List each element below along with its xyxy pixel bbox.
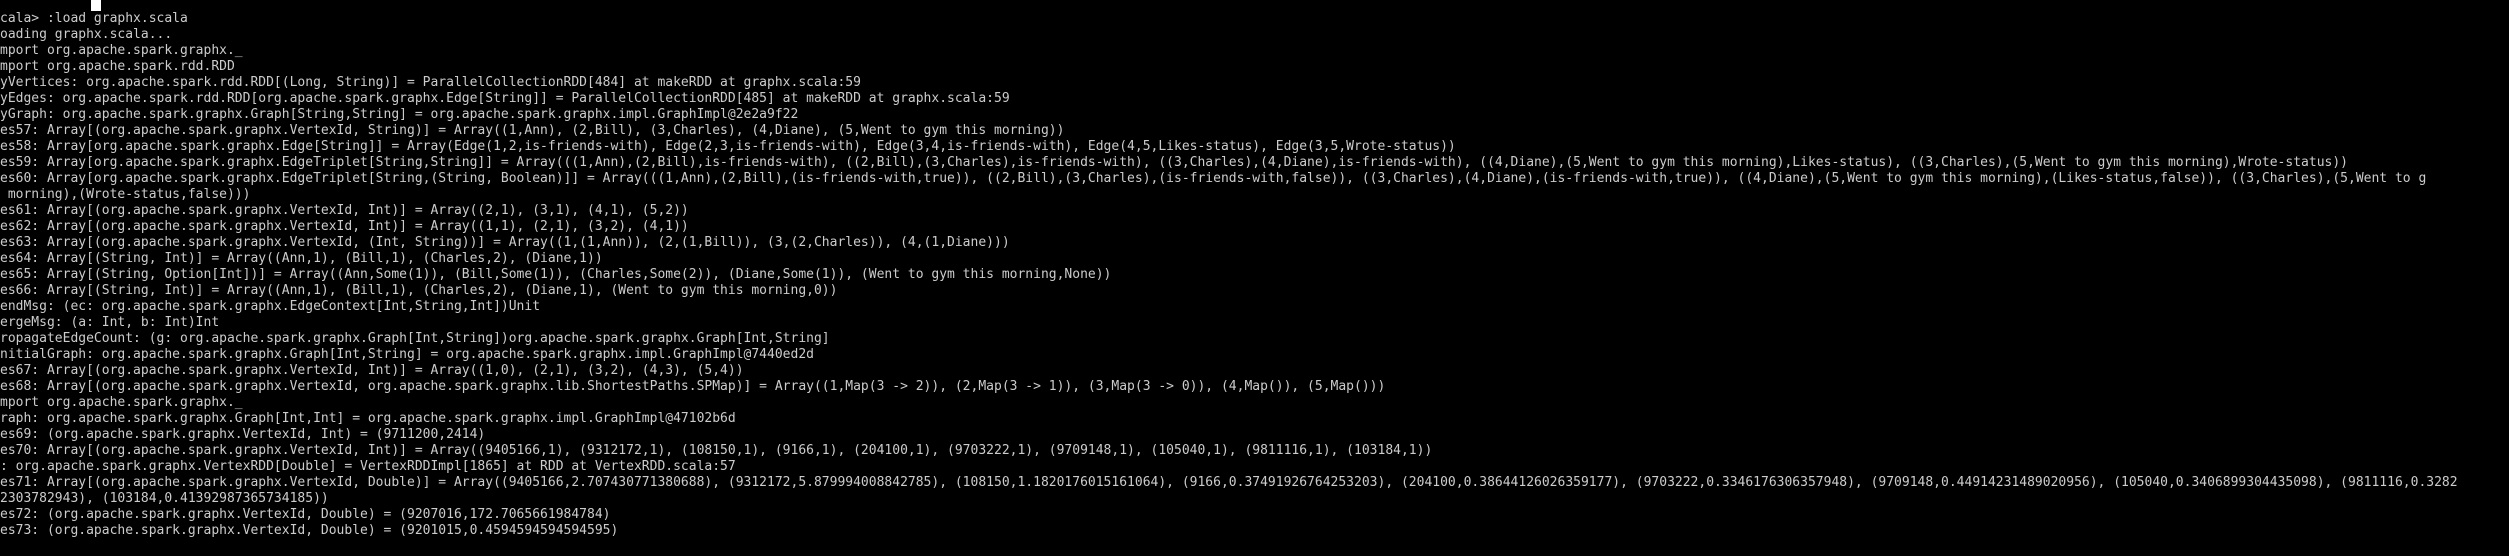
- terminal-line: es67: Array[(org.apache.spark.graphx.Ver…: [0, 363, 744, 378]
- text-cursor: [91, 0, 101, 11]
- terminal-line: : org.apache.spark.graphx.VertexRDD[Doub…: [0, 459, 736, 474]
- terminal-line: es69: (org.apache.spark.graphx.VertexId,…: [0, 427, 486, 442]
- terminal-line: endMsg: (ec: org.apache.spark.graphx.Edg…: [0, 299, 541, 314]
- terminal-line: morning),(Wrote-status,false))): [0, 187, 251, 202]
- terminal-window[interactable]: cala> :load graphx.scala oading graphx.s…: [0, 0, 2509, 556]
- terminal-line: oading graphx.scala...: [0, 27, 173, 42]
- terminal-line: mport org.apache.spark.graphx._: [0, 395, 243, 410]
- terminal-line: es70: Array[(org.apache.spark.graphx.Ver…: [0, 443, 1433, 458]
- terminal-line: 2303782943), (103184,0.41392987365734185…: [0, 491, 329, 506]
- terminal-line: es59: Array[org.apache.spark.graphx.Edge…: [0, 155, 2348, 170]
- terminal-line: mport org.apache.spark.rdd.RDD: [0, 59, 235, 74]
- terminal-line: raph: org.apache.spark.graphx.Graph[Int,…: [0, 411, 736, 426]
- terminal-line: es57: Array[(org.apache.spark.graphx.Ver…: [0, 123, 1065, 138]
- terminal-line: nitialGraph: org.apache.spark.graphx.Gra…: [0, 347, 814, 362]
- terminal-line: es73: (org.apache.spark.graphx.VertexId,…: [0, 523, 619, 538]
- terminal-line: cala> :load graphx.scala: [0, 11, 188, 26]
- terminal-line: es72: (org.apache.spark.graphx.VertexId,…: [0, 507, 611, 522]
- terminal-line: ergeMsg: (a: Int, b: Int)Int: [0, 315, 220, 330]
- terminal-line: ropagateEdgeCount: (g: org.apache.spark.…: [0, 331, 830, 346]
- terminal-line: es61: Array[(org.apache.spark.graphx.Ver…: [0, 203, 689, 218]
- terminal-output: cala> :load graphx.scala oading graphx.s…: [0, 11, 2458, 539]
- terminal-line: es58: Array[org.apache.spark.graphx.Edge…: [0, 139, 1456, 154]
- terminal-line: es66: Array[(String, Int)] = Array((Ann,…: [0, 283, 838, 298]
- terminal-line: es71: Array[(org.apache.spark.graphx.Ver…: [0, 475, 2458, 490]
- terminal-line: es64: Array[(String, Int)] = Array((Ann,…: [0, 251, 603, 266]
- terminal-line: yGraph: org.apache.spark.graphx.Graph[St…: [0, 107, 799, 122]
- terminal-line: yEdges: org.apache.spark.rdd.RDD[org.apa…: [0, 91, 1010, 106]
- terminal-line: mport org.apache.spark.graphx._: [0, 43, 243, 58]
- terminal-line: es62: Array[(org.apache.spark.graphx.Ver…: [0, 219, 689, 234]
- terminal-line: yVertices: org.apache.spark.rdd.RDD[(Lon…: [0, 75, 861, 90]
- terminal-line: es65: Array[(String, Option[Int])] = Arr…: [0, 267, 1112, 282]
- terminal-line: es63: Array[(org.apache.spark.graphx.Ver…: [0, 235, 1010, 250]
- terminal-line: es68: Array[(org.apache.spark.graphx.Ver…: [0, 379, 1386, 394]
- terminal-line: es60: Array[org.apache.spark.graphx.Edge…: [0, 171, 2427, 186]
